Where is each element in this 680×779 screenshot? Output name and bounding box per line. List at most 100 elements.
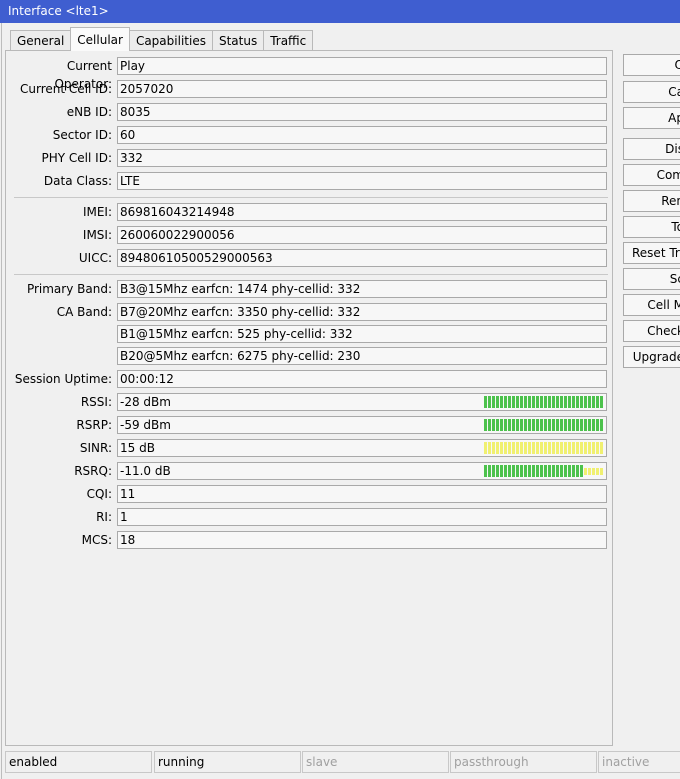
reset-traffic-button[interactable]: Reset Traf — [623, 242, 680, 264]
meter-segment — [488, 465, 491, 477]
meter-segment — [556, 465, 559, 477]
upgrade-button[interactable]: Upgrade — [623, 346, 680, 368]
tab-cellular[interactable]: Cellular — [70, 27, 130, 51]
session-uptime-field[interactable]: 00:00:12 — [117, 370, 607, 388]
meter-segment — [580, 419, 583, 431]
current-operator-field[interactable]: Play — [117, 57, 607, 75]
meter-segment — [588, 442, 591, 454]
meter-segment — [504, 442, 507, 454]
meter-segment — [576, 419, 579, 431]
meter-segment — [560, 419, 563, 431]
row-ca-band: CA Band: B7@20Mhz earfcn: 3350 phy-celli… — [6, 303, 612, 321]
meter-segment — [516, 419, 519, 431]
tab-status[interactable]: Status — [211, 30, 265, 51]
primary-band-field[interactable]: B3@15Mhz earfcn: 1474 phy-cellid: 332 — [117, 280, 607, 298]
imsi-field[interactable]: 260060022900056 — [117, 226, 607, 244]
meter-segment — [524, 442, 527, 454]
meter-segment — [500, 396, 503, 408]
meter-segment — [508, 465, 511, 477]
meter-segment — [552, 396, 555, 408]
torch-button[interactable]: To — [623, 216, 680, 238]
ca-band-field-2[interactable]: B1@15Mhz earfcn: 525 phy-cellid: 332 — [117, 325, 607, 343]
row-data-class: Data Class: LTE — [6, 172, 612, 190]
imei-field[interactable]: 869816043214948 — [117, 203, 607, 221]
phy-cell-id-field[interactable]: 332 — [117, 149, 607, 167]
meter-segment — [532, 419, 535, 431]
meter-segment — [532, 442, 535, 454]
row-imei: IMEI: 869816043214948 — [6, 203, 612, 221]
cell-monitor-button[interactable]: Cell M — [623, 294, 680, 316]
meter-segment — [584, 442, 587, 454]
meter-segment — [508, 419, 511, 431]
meter-segment — [516, 465, 519, 477]
row-rsrq: RSRQ: -11.0 dB — [6, 462, 612, 480]
meter-segment — [508, 396, 511, 408]
rsrp-value: -59 dBm — [120, 418, 171, 432]
imei-label: IMEI: — [82, 205, 112, 219]
meter-segment — [576, 442, 579, 454]
meter-segment — [540, 442, 543, 454]
meter-segment — [488, 419, 491, 431]
row-rsrp: RSRP: -59 dBm — [6, 416, 612, 434]
meter-segment — [548, 465, 551, 477]
mcs-field[interactable]: 18 — [117, 531, 607, 549]
rsrp-label: RSRP: — [76, 418, 112, 432]
meter-segment — [592, 396, 595, 408]
enb-id-field[interactable]: 8035 — [117, 103, 607, 121]
meter-segment — [548, 396, 551, 408]
remove-button[interactable]: Ren — [623, 190, 680, 212]
rssi-label: RSSI: — [80, 395, 112, 409]
sinr-field[interactable]: 15 dB — [117, 439, 607, 457]
meter-segment — [492, 442, 495, 454]
comment-button[interactable]: Com — [623, 164, 680, 186]
tab-traffic[interactable]: Traffic — [263, 30, 314, 51]
meter-segment — [568, 396, 571, 408]
row-uicc: UICC: 89480610500529000563 — [6, 249, 612, 267]
apply-button[interactable]: Ap — [623, 107, 680, 129]
meter-segment — [484, 396, 487, 408]
uicc-field[interactable]: 89480610500529000563 — [117, 249, 607, 267]
meter-segment — [564, 442, 567, 454]
rssi-value: -28 dBm — [120, 395, 171, 409]
meter-segment — [484, 419, 487, 431]
meter-segment — [496, 396, 499, 408]
meter-segment — [512, 419, 515, 431]
row-ca-band-3: B20@5Mhz earfcn: 6275 phy-cellid: 230 — [6, 347, 612, 365]
check-button[interactable]: Check — [623, 320, 680, 342]
rsrp-field[interactable]: -59 dBm — [117, 416, 607, 434]
meter-segment — [588, 396, 591, 408]
sector-id-field[interactable]: 60 — [117, 126, 607, 144]
rsrq-field[interactable]: -11.0 dB — [117, 462, 607, 480]
meter-segment — [500, 419, 503, 431]
ca-band-field-1[interactable]: B7@20Mhz earfcn: 3350 phy-cellid: 332 — [117, 303, 607, 321]
meter-segment — [600, 467, 603, 475]
ca-band-field-3[interactable]: B20@5Mhz earfcn: 6275 phy-cellid: 230 — [117, 347, 607, 365]
ok-button[interactable]: O — [623, 54, 680, 76]
scan-button[interactable]: Sc — [623, 268, 680, 290]
ri-field[interactable]: 1 — [117, 508, 607, 526]
rsrp-signal-meter — [484, 419, 604, 431]
disable-button[interactable]: Dis — [623, 138, 680, 160]
tab-general[interactable]: General — [10, 30, 72, 51]
row-sector-id: Sector ID: 60 — [6, 126, 612, 144]
meter-segment — [564, 396, 567, 408]
cqi-field[interactable]: 11 — [117, 485, 607, 503]
cancel-button[interactable]: Ca — [623, 81, 680, 103]
sinr-label: SINR: — [79, 441, 112, 455]
mcs-label: MCS: — [81, 533, 112, 547]
meter-segment — [584, 419, 587, 431]
meter-segment — [512, 465, 515, 477]
current-cell-id-field[interactable]: 2057020 — [117, 80, 607, 98]
row-mcs: MCS: 18 — [6, 531, 612, 549]
meter-segment — [488, 442, 491, 454]
status-bar: enabled running slave passthrough inacti… — [5, 751, 680, 773]
meter-segment — [536, 465, 539, 477]
rssi-field[interactable]: -28 dBm — [117, 393, 607, 411]
tab-capabilities[interactable]: Capabilities — [128, 30, 213, 51]
phy-cell-id-label: PHY Cell ID: — [41, 151, 112, 165]
meter-segment — [572, 442, 575, 454]
meter-segment — [596, 467, 599, 475]
meter-segment — [528, 442, 531, 454]
primary-band-label: Primary Band: — [26, 282, 112, 296]
data-class-field[interactable]: LTE — [117, 172, 607, 190]
